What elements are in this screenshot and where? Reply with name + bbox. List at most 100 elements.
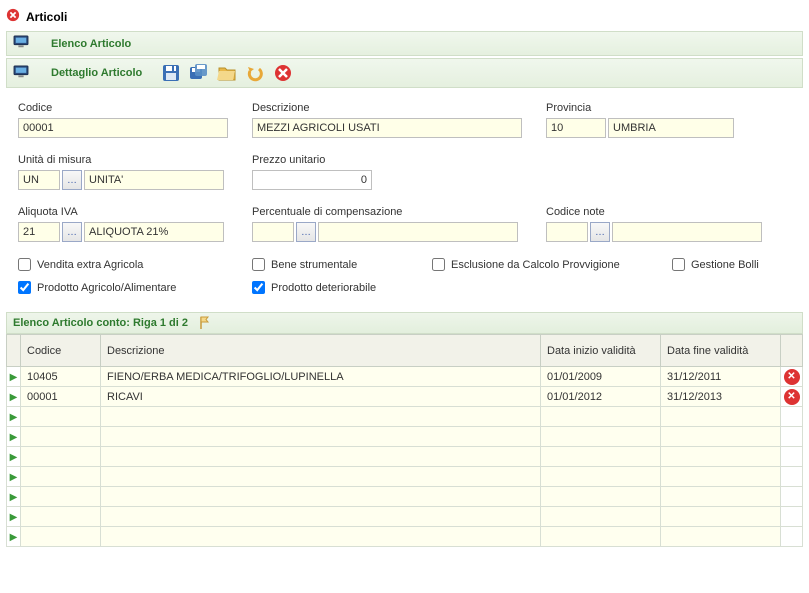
um-name-input[interactable] [84,170,224,190]
save-as-icon[interactable] [188,62,210,84]
elenco-articolo-bar[interactable]: Elenco Articolo [6,31,803,56]
cell-descrizione[interactable] [101,467,541,487]
cell-data-fine[interactable] [661,447,781,467]
cell-codice[interactable]: 10405 [21,367,101,387]
col-descrizione[interactable]: Descrizione [101,335,541,367]
cell-codice[interactable] [21,507,101,527]
undo-icon[interactable] [244,62,266,84]
cell-data-fine[interactable] [661,487,781,507]
cell-data-fine[interactable] [661,527,781,547]
close-round-icon[interactable] [272,62,294,84]
cell-data-fine[interactable]: 31/12/2013 [661,387,781,407]
monitor-icon [13,65,29,82]
perc-comp-lookup-button[interactable]: … [296,222,316,242]
cell-codice[interactable] [21,447,101,467]
bene-strumentale-checkbox[interactable] [252,258,265,271]
note-code-input[interactable] [546,222,588,242]
vendita-extra-checkbox[interactable] [18,258,31,271]
prodotto-deteriorabile-checkbox[interactable] [252,281,265,294]
save-icon[interactable] [160,62,182,84]
cell-data-fine[interactable] [661,427,781,447]
table-row[interactable]: ▶✕ [7,507,803,527]
prodotto-agricolo-label: Prodotto Agricolo/Alimentare [37,282,176,294]
cell-data-inizio[interactable]: 01/01/2012 [541,387,661,407]
cell-descrizione[interactable]: RICAVI [101,387,541,407]
row-expand-icon[interactable]: ▶ [10,452,18,463]
row-expand-icon[interactable]: ▶ [10,472,18,483]
cell-data-fine[interactable]: 31/12/2011 [661,367,781,387]
provincia-code-input[interactable] [546,118,606,138]
col-codice[interactable]: Codice [21,335,101,367]
cell-descrizione[interactable] [101,487,541,507]
descrizione-input[interactable] [252,118,522,138]
col-data-fine[interactable]: Data fine validità [661,335,781,367]
table-row[interactable]: ▶00001RICAVI01/01/201231/12/2013✕ [7,387,803,407]
flag-icon[interactable] [198,316,212,330]
cell-codice[interactable] [21,487,101,507]
perc-comp-code-input[interactable] [252,222,294,242]
elenco-section-title: Elenco Articolo [37,38,131,50]
col-data-inizio[interactable]: Data inizio validità [541,335,661,367]
cell-descrizione[interactable] [101,427,541,447]
iva-code-input[interactable] [18,222,60,242]
row-delete-icon[interactable]: ✕ [784,369,800,385]
row-expand-icon[interactable]: ▶ [10,512,18,523]
open-folder-icon[interactable] [216,62,238,84]
row-expand-icon[interactable]: ▶ [10,492,18,503]
table-row[interactable]: ▶10405FIENO/ERBA MEDICA/TRIFOGLIO/LUPINE… [7,367,803,387]
dettaglio-section-title: Dettaglio Articolo [37,67,142,79]
esclusione-provv-checkbox[interactable] [432,258,445,271]
prezzo-label: Prezzo unitario [252,154,522,166]
cell-data-inizio[interactable] [541,407,661,427]
row-expand-icon[interactable]: ▶ [10,392,18,403]
table-row[interactable]: ▶✕ [7,467,803,487]
perc-comp-name-input[interactable] [318,222,518,242]
cell-descrizione[interactable] [101,507,541,527]
gestione-bolli-checkbox[interactable] [672,258,685,271]
row-expand-icon[interactable]: ▶ [10,412,18,423]
cell-descrizione[interactable] [101,527,541,547]
iva-name-input[interactable] [84,222,224,242]
um-code-input[interactable] [18,170,60,190]
cell-codice[interactable]: 00001 [21,387,101,407]
esclusione-provv-label: Esclusione da Calcolo Provvigione [451,259,620,271]
table-row[interactable]: ▶✕ [7,527,803,547]
cell-codice[interactable] [21,407,101,427]
cell-descrizione[interactable]: FIENO/ERBA MEDICA/TRIFOGLIO/LUPINELLA [101,367,541,387]
iva-lookup-button[interactable]: … [62,222,82,242]
row-expand-icon[interactable]: ▶ [10,432,18,443]
page-title: Articoli [26,10,67,24]
cell-data-inizio[interactable] [541,507,661,527]
cell-data-inizio[interactable] [541,467,661,487]
cell-codice[interactable] [21,527,101,547]
prodotto-agricolo-checkbox[interactable] [18,281,31,294]
cell-data-fine[interactable] [661,467,781,487]
cell-codice[interactable] [21,467,101,487]
prodotto-deteriorabile-label: Prodotto deteriorabile [271,282,376,294]
cell-descrizione[interactable] [101,407,541,427]
table-row[interactable]: ▶✕ [7,427,803,447]
row-expand-icon[interactable]: ▶ [10,372,18,383]
prezzo-input[interactable] [252,170,372,190]
close-icon[interactable] [6,8,20,25]
cell-data-inizio[interactable] [541,427,661,447]
row-delete-icon[interactable]: ✕ [784,389,800,405]
note-name-input[interactable] [612,222,762,242]
provincia-name-input[interactable] [608,118,734,138]
note-lookup-button[interactable]: … [590,222,610,242]
table-row[interactable]: ▶✕ [7,487,803,507]
cell-codice[interactable] [21,427,101,447]
cell-data-fine[interactable] [661,407,781,427]
table-row[interactable]: ▶✕ [7,407,803,427]
cell-data-inizio[interactable]: 01/01/2009 [541,367,661,387]
cell-data-fine[interactable] [661,507,781,527]
cell-data-inizio[interactable] [541,447,661,467]
codice-input[interactable] [18,118,228,138]
cell-data-inizio[interactable] [541,487,661,507]
cell-data-inizio[interactable] [541,527,661,547]
table-row[interactable]: ▶✕ [7,447,803,467]
um-lookup-button[interactable]: … [62,170,82,190]
aliquota-iva-label: Aliquota IVA [18,206,228,218]
row-expand-icon[interactable]: ▶ [10,532,18,543]
cell-descrizione[interactable] [101,447,541,467]
